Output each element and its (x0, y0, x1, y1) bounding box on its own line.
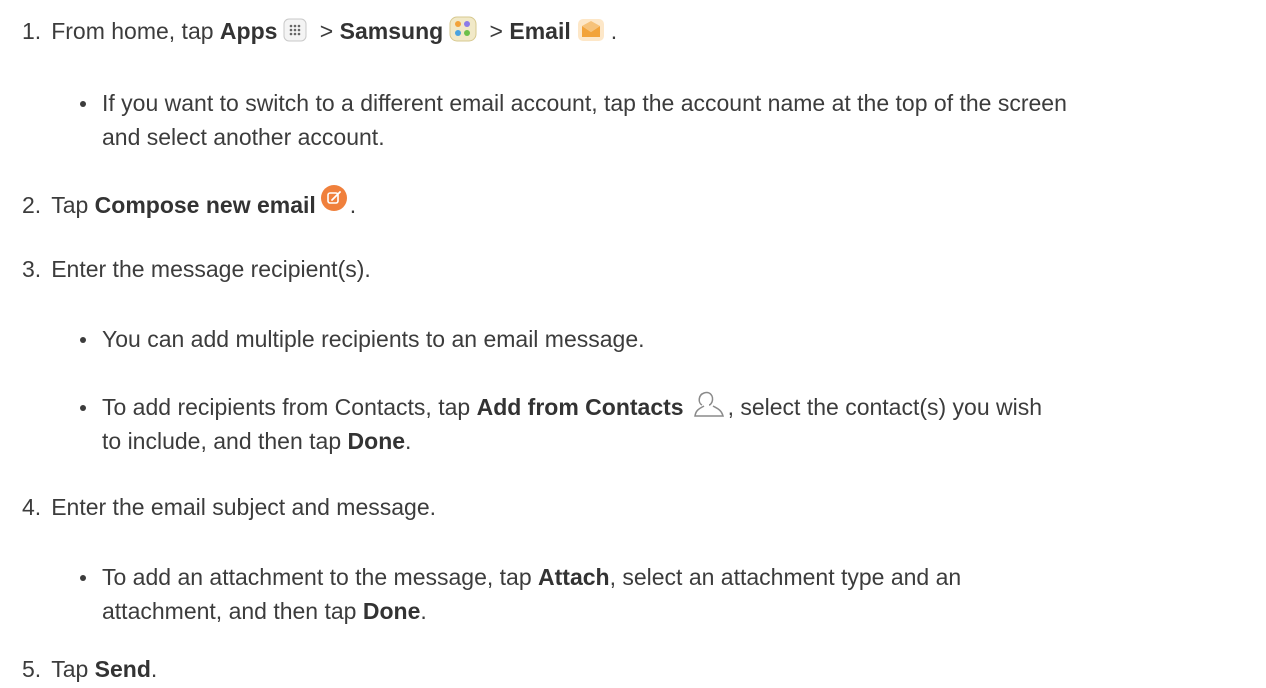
bullet-text: If you want to switch to a different ema… (102, 90, 1067, 150)
step-number: 4. (22, 494, 42, 520)
bullet-text: To add an attachment to the message, tap (102, 564, 539, 590)
step-text: Enter the email subject and message. (51, 494, 437, 520)
bullet-dot (80, 101, 86, 107)
samsung-folder-icon (449, 16, 477, 42)
apps-grid-icon (283, 18, 307, 42)
done-label: Done (362, 598, 421, 624)
bullet-item: To add recipients from Contacts, tap Add… (80, 390, 1240, 458)
step-number: 1. (22, 18, 42, 44)
bullet-item: To add an attachment to the message, tap… (80, 560, 1240, 628)
bullet-item: If you want to switch to a different ema… (80, 86, 1240, 154)
bullet-text: You can add multiple recipients to an em… (102, 326, 645, 352)
step-5: 5. Tap Send. (22, 652, 157, 686)
bullet-text: To add recipients from Contacts, tap (102, 394, 477, 420)
email-app-icon (577, 18, 605, 42)
step-3: 3. Enter the message recipient(s). (22, 252, 371, 286)
step-number: 3. (22, 256, 42, 282)
email-label: Email (509, 18, 571, 44)
bullet-dot (80, 337, 86, 343)
send-label: Send (94, 656, 151, 682)
done-label: Done (347, 428, 406, 454)
compose-email-icon (320, 184, 348, 212)
apps-label: Apps (219, 18, 278, 44)
step-text: Tap (51, 656, 95, 682)
step-1: 1. From home, tap Apps > Samsung > Email. (22, 14, 617, 48)
add-contact-icon (692, 390, 726, 418)
step-number: 2. (22, 192, 42, 218)
compose-label: Compose new email (94, 192, 316, 218)
bullet-item: You can add multiple recipients to an em… (80, 322, 1240, 356)
bullet-dot (80, 405, 86, 411)
step-4: 4. Enter the email subject and message. (22, 490, 436, 524)
step-text: Enter the message recipient(s). (51, 256, 371, 282)
step-2: 2. Tap Compose new email. (22, 184, 356, 222)
step-text: Tap (51, 192, 95, 218)
samsung-label: Samsung (339, 18, 444, 44)
separator: > (483, 18, 510, 44)
step-number: 5. (22, 656, 42, 682)
bullet-dot (80, 575, 86, 581)
attach-label: Attach (538, 564, 610, 590)
separator: > (313, 18, 340, 44)
step-text: From home, tap (51, 18, 220, 44)
add-from-contacts-label: Add from Contacts (476, 394, 684, 420)
